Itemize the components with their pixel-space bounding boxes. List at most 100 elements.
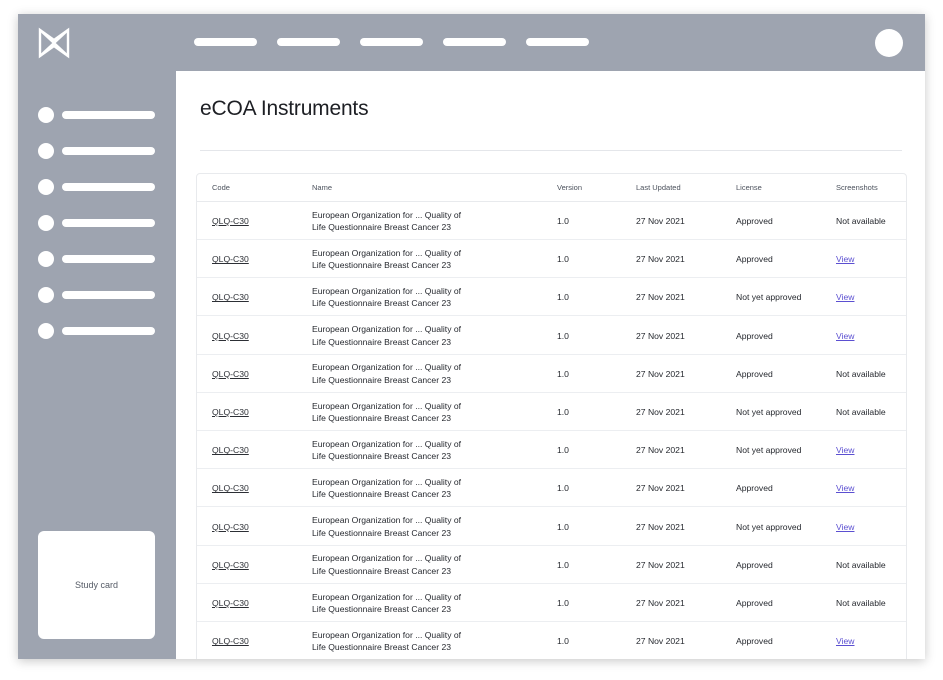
nav-item-5[interactable]: [526, 38, 589, 46]
sidebar-label-placeholder: [62, 183, 155, 191]
code-link[interactable]: QLQ-C30: [212, 216, 249, 226]
instrument-name-cell: European Organization for ... Quality of…: [312, 584, 461, 622]
code-link[interactable]: QLQ-C30: [212, 483, 249, 493]
screenshots-status-cell: Not available: [836, 355, 886, 393]
code-link[interactable]: QLQ-C30: [212, 560, 249, 570]
version: 1.0: [557, 445, 569, 456]
view-screenshots-link[interactable]: View: [836, 445, 854, 455]
nav-item-4[interactable]: [443, 38, 506, 46]
nav-item-3[interactable]: [360, 38, 423, 46]
instrument-name: European Organization for ... Quality of…: [312, 400, 462, 424]
sidebar-item-3[interactable]: [38, 179, 158, 195]
last-updated: 27 Nov 2021: [636, 598, 685, 608]
version: 1.0: [557, 368, 569, 379]
last-updated-cell: 27 Nov 2021: [636, 584, 685, 622]
sidebar-label-placeholder: [62, 255, 155, 263]
code-link[interactable]: QLQ-C30: [212, 292, 249, 302]
sidebar-item-5[interactable]: [38, 251, 158, 267]
view-screenshots-link[interactable]: View: [836, 522, 854, 532]
instrument-name-cell: European Organization for ... Quality of…: [312, 278, 461, 316]
license-status-cell: Approved: [736, 469, 773, 507]
last-updated: 27 Nov 2021: [636, 445, 685, 456]
code-link-cell: QLQ-C30: [212, 355, 249, 393]
version-cell: 1.0: [557, 469, 569, 507]
code-link-cell: QLQ-C30: [212, 584, 249, 622]
version: 1.0: [557, 559, 569, 570]
sidebar-item-4[interactable]: [38, 215, 158, 231]
code-link[interactable]: QLQ-C30: [212, 598, 249, 608]
study-card[interactable]: Study card: [38, 531, 155, 639]
version: 1.0: [557, 330, 569, 341]
sidebar-bullet-icon: [38, 179, 54, 195]
top-bar: [18, 14, 925, 71]
version-cell: 1.0: [557, 431, 569, 469]
sidebar-item-6[interactable]: [38, 287, 158, 303]
sidebar-bullet-icon: [38, 215, 54, 231]
sidebar-item-7[interactable]: [38, 323, 158, 339]
code-link[interactable]: QLQ-C30: [212, 407, 249, 417]
instrument-name-cell: European Organization for ... Quality of…: [312, 240, 461, 278]
license-status: Approved: [736, 483, 773, 494]
view-screenshots-link-cell: View: [836, 317, 854, 355]
license-status-cell: Approved: [736, 584, 773, 622]
view-screenshots-link[interactable]: View: [836, 254, 854, 264]
code-link[interactable]: QLQ-C30: [212, 445, 249, 455]
instrument-name: European Organization for ... Quality of…: [312, 362, 462, 385]
avatar[interactable]: [875, 29, 903, 57]
instrument-name: European Organization for ... Quality of…: [312, 438, 462, 462]
screenshots-status: Not available: [836, 216, 886, 226]
last-updated-cell: 27 Nov 2021: [636, 202, 685, 240]
code-link[interactable]: QLQ-C30: [212, 522, 249, 532]
screenshots-status: Not available: [836, 598, 886, 608]
app-window: Study card eCOA Instruments Code Name Ve…: [18, 14, 925, 659]
brand-logo-icon[interactable]: [36, 25, 72, 61]
code-link[interactable]: QLQ-C30: [212, 331, 249, 341]
table-row: QLQ-C30 European Organization for ... Qua…: [197, 622, 906, 659]
last-updated: 27 Nov 2021: [636, 254, 685, 265]
instrument-name-cell: European Organization for ... Quality of…: [312, 355, 461, 393]
view-screenshots-link-cell: View: [836, 508, 854, 546]
nav-item-1[interactable]: [194, 38, 257, 46]
instrument-name-cell: European Organization for ... Quality of…: [312, 469, 461, 507]
license-status: Approved: [736, 216, 773, 226]
license-status: Approved: [736, 598, 773, 608]
code-link[interactable]: QLQ-C30: [212, 369, 249, 379]
screenshots-status: Not available: [836, 407, 886, 417]
instrument-name: European Organization for ... Quality of…: [312, 324, 462, 347]
version: 1.0: [557, 216, 569, 226]
view-screenshots-link[interactable]: View: [836, 292, 854, 302]
sidebar-item-2[interactable]: [38, 143, 158, 159]
code-link-cell: QLQ-C30: [212, 317, 249, 355]
instrument-name: European Organization for ... Quality of…: [312, 247, 462, 271]
license-status: Approved: [736, 559, 773, 570]
version-cell: 1.0: [557, 508, 569, 546]
last-updated: 27 Nov 2021: [636, 636, 685, 647]
view-screenshots-link[interactable]: View: [836, 636, 854, 646]
sidebar-item-1[interactable]: [38, 107, 158, 123]
version: 1.0: [557, 292, 569, 303]
view-screenshots-link[interactable]: View: [836, 331, 854, 341]
code-link[interactable]: QLQ-C30: [212, 254, 249, 264]
sidebar-bullet-icon: [38, 143, 54, 159]
view-screenshots-link[interactable]: View: [836, 483, 854, 493]
license-status-cell: Not yet approved: [736, 431, 801, 469]
license-status: Not yet approved: [736, 521, 802, 532]
license-status: Approved: [736, 254, 773, 265]
license-status: Not yet approved: [736, 445, 802, 456]
last-updated: 27 Nov 2021: [636, 559, 685, 570]
table-row: QLQ-C30 European Organization for ... Qua…: [197, 508, 906, 546]
screenshots-status-cell: Not available: [836, 584, 886, 622]
license-status-cell: Not yet approved: [736, 393, 801, 431]
table-row: QLQ-C30 European Organization for ... Qua…: [197, 202, 906, 240]
table-row: QLQ-C30 European Organization for ... Qua…: [197, 546, 906, 584]
version: 1.0: [557, 598, 569, 608]
column-header-screenshots: Screenshots: [836, 183, 878, 192]
table-row: QLQ-C30 European Organization for ... Qua…: [197, 240, 906, 279]
version-cell: 1.0: [557, 355, 569, 393]
view-screenshots-link-cell: View: [836, 469, 854, 507]
last-updated-cell: 27 Nov 2021: [636, 622, 685, 659]
column-header-license: License: [736, 183, 762, 192]
nav-item-2[interactable]: [277, 38, 340, 46]
code-link[interactable]: QLQ-C30: [212, 636, 249, 646]
last-updated-cell: 27 Nov 2021: [636, 355, 685, 393]
